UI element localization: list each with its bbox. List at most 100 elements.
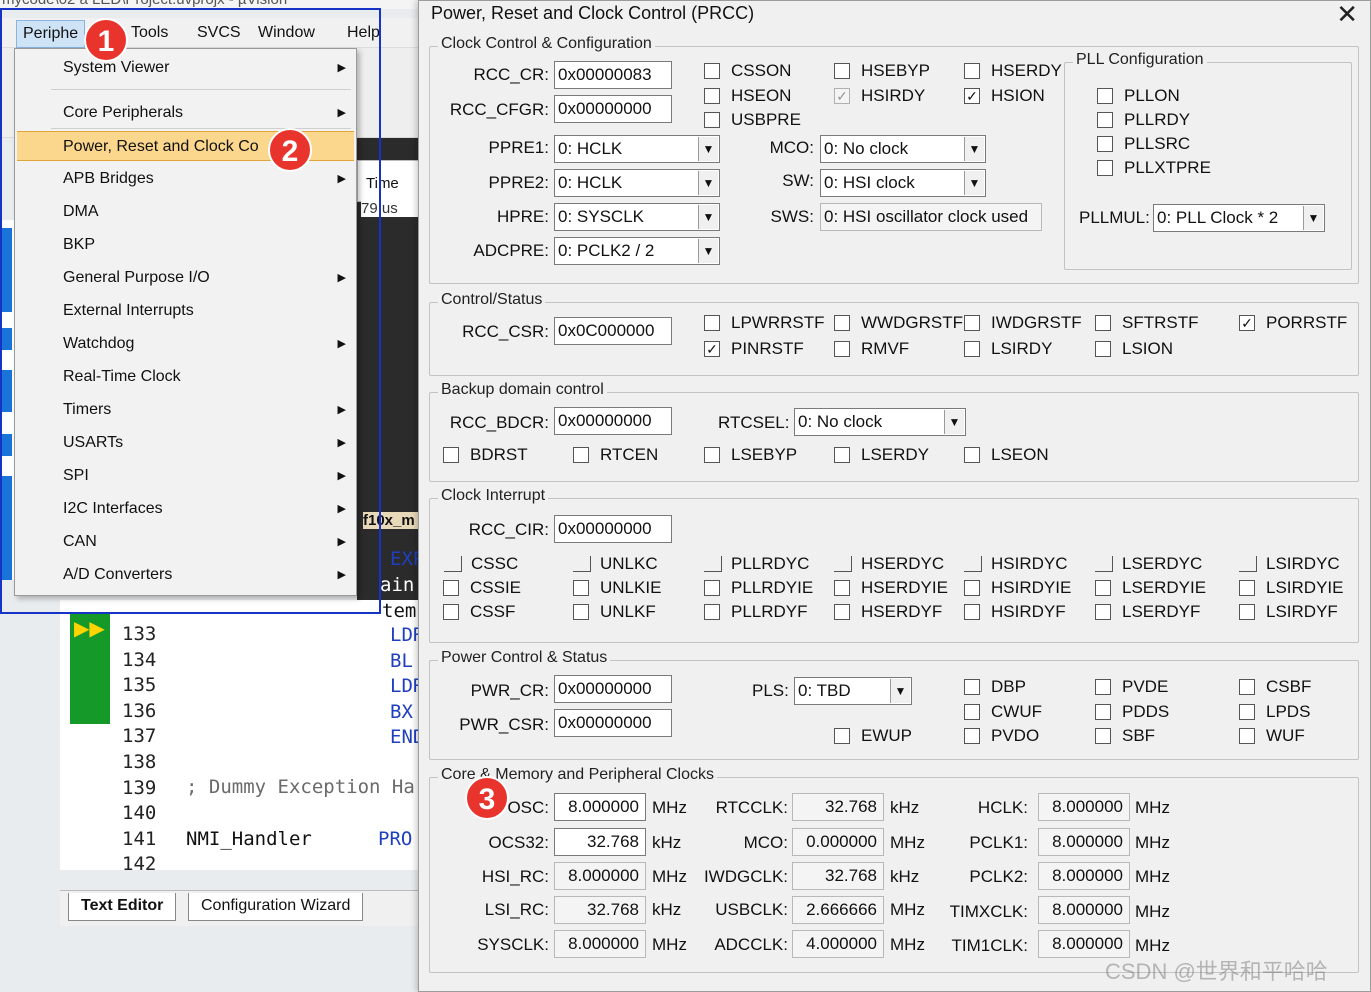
lserdyc-checkbox[interactable]: LSERDYC	[1095, 553, 1202, 575]
hsion-checkbox[interactable]: ✓ HSION	[964, 85, 1045, 107]
unlkf-checkbox[interactable]: UNLKF	[573, 601, 656, 623]
pllrdyie-checkbox[interactable]: PLLRDYIE	[704, 577, 813, 599]
menu-window[interactable]: Window	[258, 24, 315, 42]
hserdyie-checkbox[interactable]: HSERDYIE	[834, 577, 948, 599]
lsirdyf-checkbox[interactable]: LSIRDYF	[1239, 601, 1338, 623]
ewup-checkbox[interactable]: EWUP	[834, 725, 912, 747]
hserdyc-checkbox[interactable]: HSERDYC	[834, 553, 944, 575]
hsirdyc-checkbox[interactable]: HSIRDYC	[964, 553, 1068, 575]
pinrstf-checkbox[interactable]: ✓ PINRSTF	[704, 338, 804, 360]
bdrst-checkbox[interactable]: BDRST	[443, 444, 528, 466]
pls-select[interactable]: 0: TBD ▼	[794, 677, 912, 705]
sbf-checkbox[interactable]: SBF	[1095, 725, 1155, 747]
menu-item-ad-converters[interactable]: A/D Converters ▶	[17, 560, 354, 590]
unlkie-checkbox[interactable]: UNLKIE	[573, 577, 661, 599]
mco-select[interactable]: 0: No clock ▼	[820, 135, 986, 163]
rcc-cr-field[interactable]: 0x00000083	[554, 61, 672, 89]
code-editor[interactable]: ▶▶ 133 134 135 136 137 138 139 140 141 142 ; Dumm…	[60, 600, 424, 875]
pdds-checkbox[interactable]: PDDS	[1095, 701, 1169, 723]
cwuf-checkbox[interactable]: CWUF	[964, 701, 1042, 723]
lsirdyie-checkbox[interactable]: LSIRDYIE	[1239, 577, 1343, 599]
csson-checkbox[interactable]: CSSON	[704, 60, 791, 82]
wwdgrstf-checkbox[interactable]: WWDGRSTF	[834, 312, 963, 334]
wuf-checkbox[interactable]: WUF	[1239, 725, 1305, 747]
usbpre-checkbox[interactable]: USBPRE	[704, 109, 801, 131]
pllsrc-checkbox[interactable]: PLLSRC	[1097, 133, 1190, 155]
adcpre-select[interactable]: 0: PCLK2 / 2 ▼	[554, 237, 720, 265]
cssf-checkbox[interactable]: CSSF	[443, 601, 515, 623]
lpwrrstf-checkbox[interactable]: LPWRRSTF	[704, 312, 825, 334]
pllrdy-checkbox[interactable]: PLLRDY	[1097, 109, 1190, 131]
rmvf-checkbox[interactable]: RMVF	[834, 338, 909, 360]
unlkc-checkbox[interactable]: UNLKC	[573, 553, 658, 575]
hserdy-checkbox[interactable]: HSERDY	[964, 60, 1062, 82]
pllon-checkbox[interactable]: PLLON	[1097, 85, 1180, 107]
hsirdyie-checkbox[interactable]: HSIRDYIE	[964, 577, 1071, 599]
ppre2-select[interactable]: 0: HCLK ▼	[554, 169, 720, 197]
sw-select[interactable]: 0: HSI clock ▼	[820, 169, 986, 197]
dbp-checkbox[interactable]: DBP	[964, 676, 1026, 698]
rcc-csr-field[interactable]: 0x0C000000	[554, 317, 672, 345]
menu-peripherals[interactable]: Periphe	[16, 20, 86, 48]
hpre-select[interactable]: 0: SYSCLK ▼	[554, 203, 720, 231]
menu-item-dma[interactable]: DMA	[17, 197, 354, 227]
lsirdy-checkbox[interactable]: LSIRDY	[964, 338, 1052, 360]
pllrdyc-checkbox[interactable]: PLLRDYC	[704, 553, 809, 575]
rtcsel-select[interactable]: 0: No clock ▼	[794, 408, 966, 436]
menu-item-gpio[interactable]: General Purpose I/O ▶	[17, 263, 354, 293]
lsebyp-checkbox[interactable]: LSEBYP	[704, 444, 797, 466]
pwr-cr-label: PWR_CR:	[470, 681, 549, 700]
iwdgrstf-checkbox[interactable]: IWDGRSTF	[964, 312, 1082, 334]
cssie-checkbox[interactable]: CSSIE	[443, 577, 521, 599]
tab-text-editor[interactable]: Text Editor	[68, 893, 177, 921]
rcc-cir-field[interactable]: 0x00000000	[554, 515, 672, 543]
lsion-checkbox[interactable]: LSION	[1095, 338, 1173, 360]
pvde-checkbox[interactable]: PVDE	[1095, 676, 1168, 698]
ppre1-select[interactable]: 0: HCLK ▼	[554, 135, 720, 163]
pllxtpre-checkbox[interactable]: PLLXTPRE	[1097, 157, 1211, 179]
pllrdyf-checkbox[interactable]: PLLRDYF	[704, 601, 808, 623]
menu-item-can[interactable]: CAN ▶	[17, 527, 354, 557]
menu-item-spi[interactable]: SPI ▶	[17, 461, 354, 491]
pllmul-select[interactable]: 0: PLL Clock * 2 ▼	[1153, 204, 1325, 232]
sftrstf-checkbox[interactable]: SFTRSTF	[1095, 312, 1199, 334]
lpds-checkbox[interactable]: LPDS	[1239, 701, 1310, 723]
porrstf-checkbox[interactable]: ✓ PORRSTF	[1239, 312, 1347, 334]
menu-item-usarts[interactable]: USARTs ▶	[17, 428, 354, 458]
menu-item-core-peripherals[interactable]: Core Peripherals ▶	[17, 98, 354, 128]
menu-item-real-time-clock[interactable]: Real-Time Clock	[17, 362, 354, 392]
lserdyf-checkbox[interactable]: LSERDYF	[1095, 601, 1200, 623]
file-tab[interactable]: f10x_m	[363, 512, 420, 529]
lserdy-checkbox[interactable]: LSERDY	[834, 444, 929, 466]
menu-help[interactable]: Help	[347, 24, 380, 42]
menu-svcs[interactable]: SVCS	[197, 24, 241, 42]
menu-tools[interactable]: Tools	[131, 24, 168, 42]
menu-item-system-viewer[interactable]: System Viewer ▶	[17, 53, 354, 83]
rtcen-checkbox[interactable]: RTCEN	[573, 444, 658, 466]
menu-item-i2c[interactable]: I2C Interfaces ▶	[17, 494, 354, 524]
cssc-checkbox[interactable]: CSSC	[444, 553, 518, 575]
tab-configuration-wizard[interactable]: Configuration Wizard	[188, 893, 364, 921]
hserdyf-checkbox[interactable]: HSERDYF	[834, 601, 942, 623]
lserdyie-checkbox[interactable]: LSERDYIE	[1095, 577, 1206, 599]
lseon-checkbox[interactable]: LSEON	[964, 444, 1049, 466]
menu-item-apb-bridges[interactable]: APB Bridges ▶	[17, 164, 354, 194]
rcc-bdcr-field[interactable]: 0x00000000	[554, 407, 672, 435]
menu-item-timers[interactable]: Timers ▶	[17, 395, 354, 425]
hseon-checkbox[interactable]: HSEON	[704, 85, 791, 107]
menu-item-bkp[interactable]: BKP	[17, 230, 354, 260]
osc-field[interactable]: 8.000000	[554, 793, 646, 821]
menu-item-external-interrupts[interactable]: External Interrupts	[17, 296, 354, 326]
close-icon[interactable]: ✕	[1336, 0, 1358, 30]
lsirdyc-checkbox[interactable]: LSIRDYC	[1239, 553, 1340, 575]
pvdo-checkbox[interactable]: PVDO	[964, 725, 1039, 747]
ocs32-field[interactable]: 32.768	[554, 828, 646, 856]
timxclk-unit: MHz	[1135, 902, 1170, 921]
hsirdyf-checkbox[interactable]: HSIRDYF	[964, 601, 1066, 623]
rcc-cfgr-field[interactable]: 0x00000000	[554, 95, 672, 123]
hsebyp-checkbox[interactable]: HSEBYP	[834, 60, 930, 82]
csbf-checkbox[interactable]: CSBF	[1239, 676, 1311, 698]
menu-item-watchdog[interactable]: Watchdog ▶	[17, 329, 354, 359]
pwr-cr-field[interactable]: 0x00000000	[554, 675, 672, 703]
pwr-csr-field[interactable]: 0x00000000	[554, 709, 672, 737]
